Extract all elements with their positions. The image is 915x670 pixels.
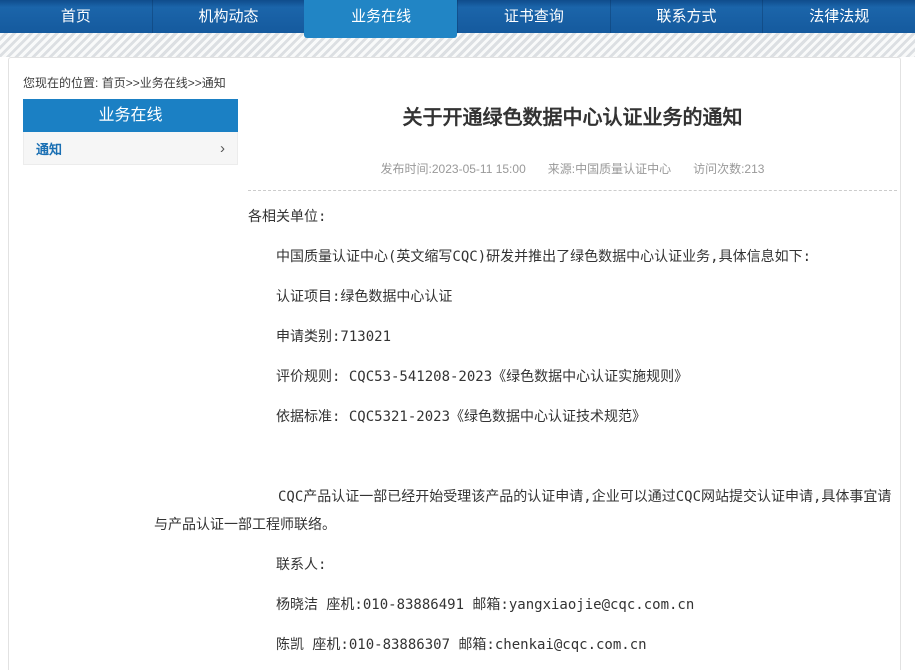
article-title: 关于开通绿色数据中心认证业务的通知 [248, 58, 897, 132]
nav-item[interactable]: 联系方式 [610, 0, 763, 33]
article-paragraph: 依据标准: CQC5321-2023《绿色数据中心认证技术规范》 [248, 403, 897, 431]
article-meta: 发布时间:2023-05-11 15:00 来源:中国质量认证中心 访问次数:213 [248, 160, 897, 191]
article-paragraph: 联系人: [248, 551, 897, 579]
sidebar: 业务在线 通知 › [23, 99, 238, 165]
article-paragraph: 认证项目:绿色数据中心认证 [248, 283, 897, 311]
header-texture-strip [0, 33, 915, 57]
article: 关于开通绿色数据中心认证业务的通知 发布时间:2023-05-11 15:00 来… [248, 58, 897, 659]
sidebar-item-label: 通知 [36, 139, 62, 158]
article-paragraph: 陈凯 座机:010-83886307 邮箱:chenkai@cqc.com.cn [248, 631, 897, 659]
meta-item: 来源:中国质量认证中心 [548, 162, 671, 176]
article-paragraph: 各相关单位: [248, 203, 897, 231]
nav-item[interactable]: 业务在线 [304, 0, 457, 38]
article-paragraph: 申请类别:713021 [248, 323, 897, 351]
article-paragraph: 中国质量认证中心(英文缩写CQC)研发并推出了绿色数据中心认证业务,具体信息如下… [248, 243, 897, 271]
nav-item[interactable]: 法律法规 [762, 0, 915, 33]
breadcrumb-trail[interactable]: 首页>>业务在线>>通知 [102, 76, 226, 90]
sidebar-items: 通知 › [23, 132, 238, 165]
chevron-right-icon: › [220, 141, 225, 156]
main-panel: 您现在的位置: 首页>>业务在线>>通知 业务在线 通知 › 关于开通绿色数据中… [8, 57, 901, 670]
breadcrumb-label: 您现在的位置: [23, 76, 98, 90]
nav-item[interactable]: 首页 [0, 0, 152, 33]
top-navigation: 首页机构动态业务在线证书查询联系方式法律法规 [0, 0, 915, 33]
article-paragraph: CQC产品认证一部已经开始受理该产品的认证申请,企业可以通过CQC网站提交认证申… [154, 483, 899, 539]
article-paragraph [248, 443, 897, 471]
breadcrumb: 您现在的位置: 首页>>业务在线>>通知 [23, 74, 226, 91]
meta-item: 访问次数:213 [693, 162, 764, 176]
article-paragraph: 评价规则: CQC53-541208-2023《绿色数据中心认证实施规则》 [248, 363, 897, 391]
nav-item[interactable]: 机构动态 [152, 0, 305, 33]
article-body: 各相关单位: 中国质量认证中心(英文缩写CQC)研发并推出了绿色数据中心认证业务,… [248, 203, 897, 659]
sidebar-header: 业务在线 [23, 99, 238, 132]
meta-item: 发布时间:2023-05-11 15:00 [381, 162, 526, 176]
nav-item[interactable]: 证书查询 [457, 0, 610, 33]
article-paragraph: 杨晓洁 座机:010-83886491 邮箱:yangxiaojie@cqc.c… [248, 591, 897, 619]
sidebar-item-notice[interactable]: 通知 › [23, 132, 238, 165]
